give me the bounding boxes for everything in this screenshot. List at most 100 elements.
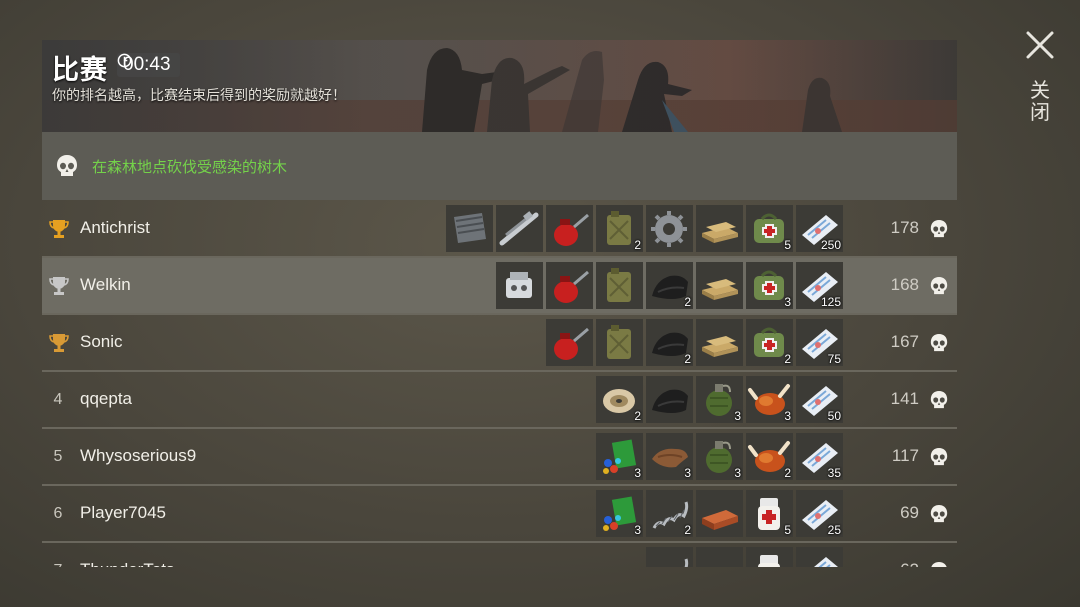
reward-item-slot[interactable]: 3 xyxy=(696,376,743,423)
gold-bars-icon xyxy=(702,222,738,243)
skull-icon xyxy=(57,155,77,176)
reward-item-slot[interactable]: 3 xyxy=(696,433,743,480)
reward-item-slot[interactable] xyxy=(546,319,593,366)
reward-item-slot[interactable]: 3 xyxy=(596,490,643,537)
player-name: qqepta xyxy=(80,389,132,408)
reward-count: 2 xyxy=(684,352,691,366)
leaderboard-row[interactable]: Welkin 2 3 125 168 xyxy=(42,258,957,315)
reward-item-slot[interactable]: 2 xyxy=(596,205,643,252)
reward-items: 2 3 3 50 xyxy=(596,376,843,424)
reward-item-slot[interactable]: 2 xyxy=(746,319,793,366)
reward-item-slot[interactable] xyxy=(696,490,743,537)
reward-item-slot[interactable] xyxy=(496,205,543,252)
page-title: 比赛 xyxy=(52,55,108,85)
reward-count: 50 xyxy=(827,409,841,423)
reward-count: 75 xyxy=(827,352,841,366)
reward-item-slot[interactable]: 3 xyxy=(646,433,693,480)
reward-item-slot[interactable] xyxy=(546,205,593,252)
reward-count: 3 xyxy=(734,409,741,423)
reward-item-slot[interactable]: 3 xyxy=(746,376,793,423)
skull-icon xyxy=(931,562,947,567)
reward-items: 3 2 5 25 xyxy=(596,490,843,538)
player-name: ThunderTots xyxy=(80,560,175,567)
trophy-icon xyxy=(49,220,69,238)
reward-items: 2 2 75 xyxy=(546,319,843,367)
gold-bars-icon xyxy=(702,279,738,300)
countdown-timer: 00:43 xyxy=(117,53,180,77)
leaderboard-row[interactable]: 6 Player7045 3 2 5 25 69 xyxy=(42,486,957,543)
player-score: 167 xyxy=(890,332,919,351)
pipes-icon xyxy=(499,211,539,246)
reward-item-slot[interactable] xyxy=(696,319,743,366)
reward-count: 3 xyxy=(784,409,791,423)
reward-count: 35 xyxy=(827,466,841,480)
oil-can-icon xyxy=(554,270,589,303)
reward-items xyxy=(646,547,843,567)
reward-item-slot[interactable]: 3 xyxy=(746,262,793,309)
reward-item-slot[interactable] xyxy=(646,547,693,567)
reward-count: 3 xyxy=(634,466,641,480)
reward-item-slot[interactable] xyxy=(696,262,743,309)
skull-icon xyxy=(930,391,948,409)
leaderboard-row[interactable]: Sonic 2 2 75 167 xyxy=(42,315,957,372)
reward-count: 5 xyxy=(784,238,791,252)
reward-item-slot[interactable]: 50 xyxy=(796,376,843,423)
tournament-banner: 比赛 00:43 你的排名越高，比赛结束后得到的奖励就越好！ xyxy=(42,40,957,132)
engine-part-icon xyxy=(506,272,532,298)
reward-item-slot[interactable] xyxy=(646,376,693,423)
player-score: 168 xyxy=(890,275,919,294)
reward-item-slot[interactable]: 2 xyxy=(646,490,693,537)
leaderboard-row[interactable]: 5 Whysoserious9 3 3 3 2 35 117 xyxy=(42,429,957,486)
trophy-icon xyxy=(49,334,69,352)
reward-item-slot[interactable]: 3 xyxy=(596,433,643,480)
reward-items: 2 3 125 xyxy=(496,262,843,310)
reward-item-slot[interactable] xyxy=(546,262,593,309)
reward-count: 3 xyxy=(684,466,691,480)
reward-item-slot[interactable]: 25 xyxy=(796,490,843,537)
reward-item-slot[interactable] xyxy=(596,319,643,366)
reward-item-slot[interactable] xyxy=(596,262,643,309)
reward-item-slot[interactable] xyxy=(646,205,693,252)
player-name: Whysoserious9 xyxy=(80,446,197,465)
reward-item-slot[interactable] xyxy=(696,547,743,567)
reward-item-slot[interactable] xyxy=(446,205,493,252)
reward-count: 3 xyxy=(734,466,741,480)
gold-bars-icon xyxy=(702,336,738,357)
player-score: 69 xyxy=(900,503,919,522)
leaderboard-row[interactable]: 7 ThunderTots 62 xyxy=(42,543,957,567)
reward-item-slot[interactable]: 250 xyxy=(796,205,843,252)
reward-count: 2 xyxy=(634,409,641,423)
reward-count: 5 xyxy=(784,523,791,537)
reward-item-slot[interactable] xyxy=(496,262,543,309)
leaderboard-row[interactable]: Antichrist 2 5 250 178 xyxy=(42,201,957,258)
reward-item-slot[interactable]: 5 xyxy=(746,490,793,537)
reward-item-slot[interactable]: 2 xyxy=(746,433,793,480)
reward-item-slot[interactable]: 5 xyxy=(746,205,793,252)
player-score: 141 xyxy=(890,389,919,408)
reward-count: 2 xyxy=(684,523,691,537)
player-name: Sonic xyxy=(80,332,123,351)
reward-item-slot[interactable] xyxy=(696,205,743,252)
close-icon[interactable] xyxy=(1025,30,1055,60)
reward-count: 250 xyxy=(820,238,841,252)
rank-number: 4 xyxy=(53,391,63,408)
reward-item-slot[interactable] xyxy=(746,547,793,567)
reward-item-slot[interactable]: 125 xyxy=(796,262,843,309)
copper-bar-icon xyxy=(702,510,738,530)
copper-bar-icon xyxy=(696,547,743,567)
reward-item-slot[interactable]: 2 xyxy=(646,319,693,366)
player-score: 178 xyxy=(890,218,919,237)
reward-item-slot[interactable]: 2 xyxy=(646,262,693,309)
reward-item-slot[interactable]: 35 xyxy=(796,433,843,480)
reward-item-slot[interactable] xyxy=(796,547,843,567)
reward-item-slot[interactable]: 75 xyxy=(796,319,843,366)
close-label[interactable]: 关闭 xyxy=(1030,80,1052,124)
reward-count: 3 xyxy=(784,295,791,309)
skull-icon xyxy=(930,277,948,295)
rubber-icon xyxy=(652,389,688,413)
player-name: Welkin xyxy=(80,275,131,294)
leaderboard-row[interactable]: 4 qqepta 2 3 3 50 141 xyxy=(42,372,957,429)
player-name: Player7045 xyxy=(80,503,167,522)
reward-count: 3 xyxy=(634,523,641,537)
reward-item-slot[interactable]: 2 xyxy=(596,376,643,423)
